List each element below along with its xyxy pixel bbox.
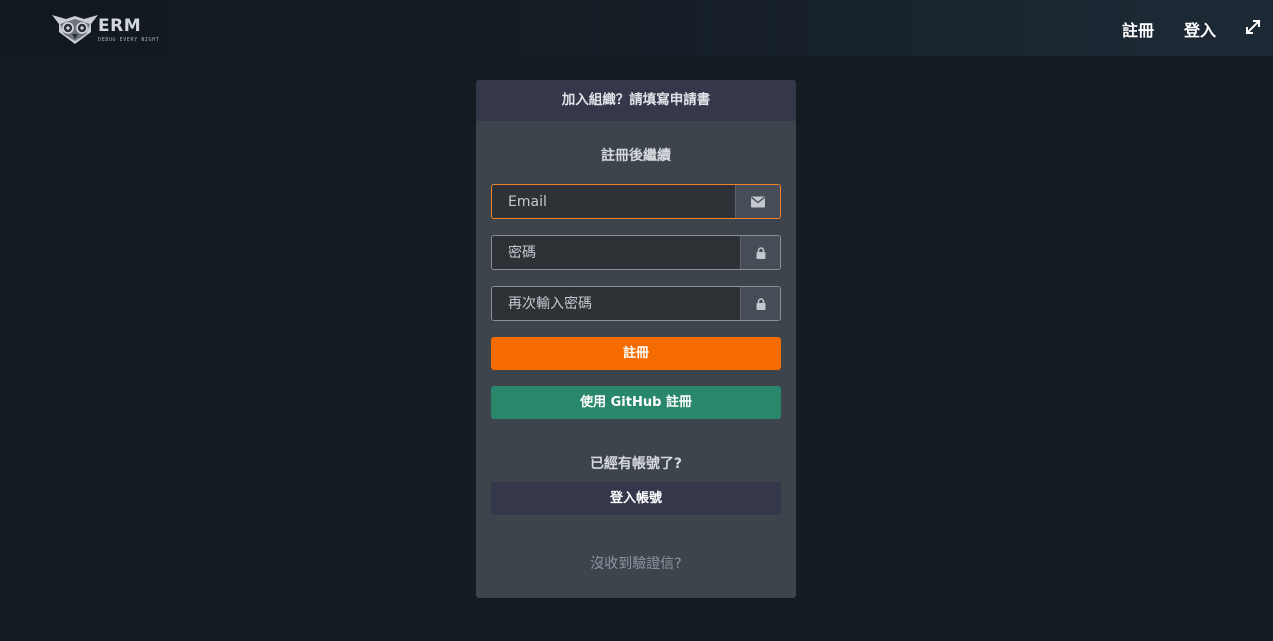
- brand-tagline: DEBUG EVERY NIGHT: [98, 37, 160, 43]
- apply-header-link[interactable]: 加入組織？請填寫申請書: [476, 80, 796, 121]
- github-register-button[interactable]: 使用 GitHub 註冊: [491, 386, 781, 419]
- password-field: [491, 235, 781, 270]
- email-addon: [735, 185, 780, 218]
- confirm-password-input[interactable]: [492, 287, 737, 320]
- owl-logo-icon: [52, 15, 98, 44]
- card-subtitle: 註冊後繼續: [601, 148, 671, 164]
- brand-logo[interactable]: ERM DEBUG EVERY NIGHT: [50, 10, 162, 46]
- expand-icon[interactable]: [1245, 19, 1261, 35]
- resend-verification-link[interactable]: 沒收到驗證信?: [476, 553, 796, 573]
- lock-icon: [756, 297, 765, 310]
- register-button[interactable]: 註冊: [491, 337, 781, 370]
- email-field: [491, 184, 781, 219]
- top-navbar: ERM DEBUG EVERY NIGHT 註冊 登入: [0, 0, 1273, 56]
- nav-register-link[interactable]: 註冊: [1122, 17, 1154, 41]
- login-account-button[interactable]: 登入帳號: [491, 482, 781, 515]
- lock-icon: [756, 246, 765, 259]
- password-addon: [740, 236, 780, 269]
- signup-card: 加入組織？請填寫申請書 註冊後繼續 註冊 使用 GitHub: [476, 80, 796, 598]
- brand-name: ERM: [98, 16, 142, 36]
- nav-login-link[interactable]: 登入: [1184, 17, 1216, 41]
- envelope-icon: [751, 196, 765, 207]
- has-account-text: 已經有帳號了?: [589, 456, 683, 472]
- email-input[interactable]: [492, 185, 737, 218]
- confirm-password-field: [491, 286, 781, 321]
- confirm-password-addon: [740, 287, 780, 320]
- password-input[interactable]: [492, 236, 737, 269]
